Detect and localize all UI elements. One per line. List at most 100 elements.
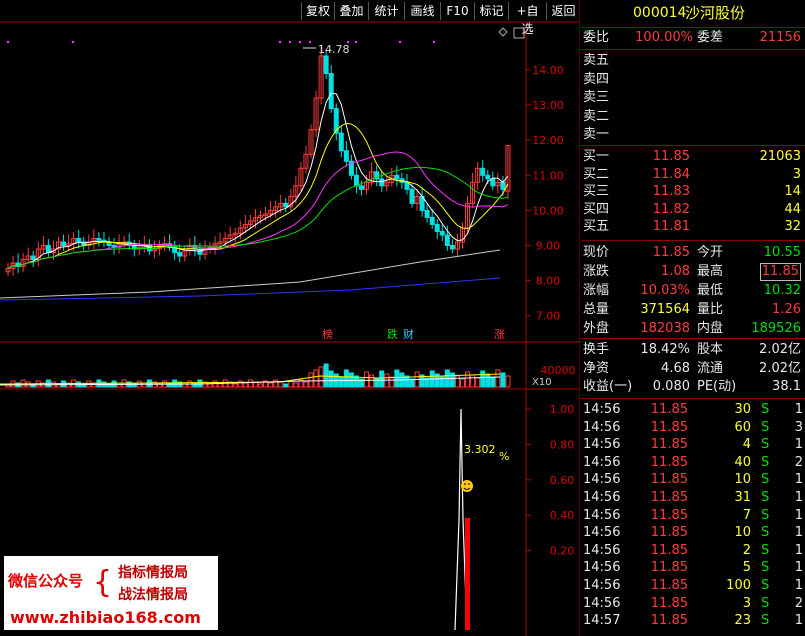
stat-value: 38.1: [772, 379, 801, 394]
candle-body: [177, 252, 183, 257]
stat-row-3: 总量 371564 量比 1.26: [581, 301, 805, 319]
volume-bar: [293, 382, 299, 388]
tick-row: 14:56 11.85 40 S 2: [581, 454, 805, 472]
candle-body: [328, 73, 334, 110]
volume-bar: [172, 379, 178, 388]
stat-value: 2.02亿: [759, 360, 801, 376]
tick-volume: 60: [734, 419, 751, 435]
tick-price: 11.85: [650, 490, 688, 505]
price-axis-label: 8.00: [536, 275, 561, 288]
weibi-label: 委比: [583, 30, 610, 45]
event-badge: 跌: [387, 327, 398, 341]
tick-side: S: [761, 560, 770, 576]
stat-label: 外盘: [583, 321, 610, 336]
stat-value: 18.42%: [640, 342, 690, 357]
tick-price: 11.85: [650, 613, 688, 629]
candle-body: [338, 132, 344, 152]
signal-dot: [346, 40, 350, 44]
price-axis-label: 12.00: [532, 134, 564, 147]
watermark-zfqbj: 战法情报局: [118, 587, 188, 603]
diamond-icon: [498, 27, 508, 37]
stat-label: 最低: [697, 283, 724, 298]
stat-value: 0.080: [652, 379, 690, 394]
buy-volume: 14: [784, 184, 801, 199]
chart-area[interactable]: 14.00 13.00 12.00 11.00 10.00 9.00 8.00 7.00 14.…: [0, 0, 580, 636]
buy-price: 11.82: [652, 201, 690, 217]
toolbar-button-5[interactable]: 标记: [474, 2, 508, 20]
volume-bar: [475, 377, 481, 388]
stat-label: 涨跌: [583, 264, 610, 279]
divider: [581, 49, 805, 50]
buy-label: 买四: [583, 201, 610, 217]
tick-price: 11.85: [650, 542, 688, 558]
buy-price: 11.83: [652, 184, 690, 199]
buy-price: 11.85: [652, 149, 690, 164]
stat-value: 10.55: [763, 245, 801, 260]
volume-bar: [141, 382, 147, 388]
stat-row-0: 现价 11.85 今开 10.55: [581, 244, 805, 262]
event-badge: 涨: [494, 328, 505, 341]
toolbar-button-1[interactable]: 叠加: [334, 2, 368, 20]
smiley-icon: [461, 480, 473, 492]
buy-volume: 21063: [759, 149, 801, 164]
tick-time: 14:56: [583, 595, 621, 611]
tick-side: S: [761, 525, 770, 541]
stat-label: 量比: [697, 302, 724, 317]
tick-time: 14:56: [583, 454, 621, 470]
indicator-axis-label: 0.20: [550, 545, 575, 558]
volume-bar: [404, 375, 410, 388]
tick-side: S: [761, 454, 770, 470]
candle-body: [409, 188, 415, 204]
toolbar-button-7[interactable]: 返回: [546, 2, 580, 20]
event-badge: 财: [403, 327, 414, 341]
ma10-line: [7, 122, 509, 269]
toolbar-button-0[interactable]: 复权: [301, 2, 334, 20]
buy-volume: 3: [792, 166, 801, 182]
candle-body: [500, 181, 506, 190]
tick-side: S: [761, 595, 770, 611]
candle-body: [30, 255, 36, 261]
buy-row-4: 买四 11.82 44: [581, 201, 805, 219]
sell-row-5: 卖五: [581, 52, 805, 70]
buy-row-1: 买一 11.85 21063: [581, 148, 805, 166]
toolbar-button-6[interactable]: +自选: [508, 2, 546, 36]
tick-price: 11.85: [650, 454, 688, 470]
candle-body: [424, 209, 430, 218]
price-axis-label: 9.00: [536, 240, 561, 253]
tick-volume: 30: [734, 402, 751, 417]
tick-count: 1: [794, 613, 803, 629]
signal-dot: [354, 40, 358, 44]
tick-volume: 100: [726, 578, 751, 593]
stat-value: 371564: [640, 302, 690, 317]
tick-volume: 2: [742, 542, 751, 558]
stat-value: 1.26: [772, 302, 801, 317]
tick-count: 1: [794, 560, 803, 576]
tick-side: S: [761, 472, 770, 488]
tick-row: 14:56 11.85 30 S 1: [581, 401, 805, 419]
candle-body: [323, 55, 329, 75]
weicha-value: 21156: [759, 30, 801, 45]
toolbar-button-3[interactable]: 画线: [404, 2, 440, 20]
volume-bar: [323, 363, 329, 388]
volume-bar: [485, 373, 491, 388]
tick-volume: 10: [734, 525, 751, 541]
ma120-line: [0, 277, 501, 301]
quote-panel: 000014 沙河股份 委比 100.00% 委差 21156 卖五 卖四 卖三 卖二 卖一 买一…: [581, 0, 805, 636]
tick-volume: 5: [742, 560, 751, 576]
volume-bar: [268, 382, 274, 388]
candles: [5, 46, 511, 277]
volume-bar: [505, 375, 511, 388]
signal-dot: [288, 40, 292, 44]
toolbar-button-4[interactable]: F10: [440, 2, 474, 20]
tick-row: 14:56 11.85 2 S 1: [581, 542, 805, 560]
stat-value: 11.85: [759, 263, 801, 281]
sell-row-2: 卖二: [581, 108, 805, 126]
tick-count: 1: [794, 490, 803, 505]
sell-label: 卖二: [583, 108, 610, 124]
buy-label: 买一: [583, 149, 610, 164]
tick-row: 14:56 11.85 5 S 1: [581, 559, 805, 577]
candle-body: [490, 178, 496, 187]
volume-bar: [460, 378, 465, 388]
stat-label: PE(动): [697, 379, 737, 394]
toolbar-button-2[interactable]: 统计: [368, 2, 404, 20]
